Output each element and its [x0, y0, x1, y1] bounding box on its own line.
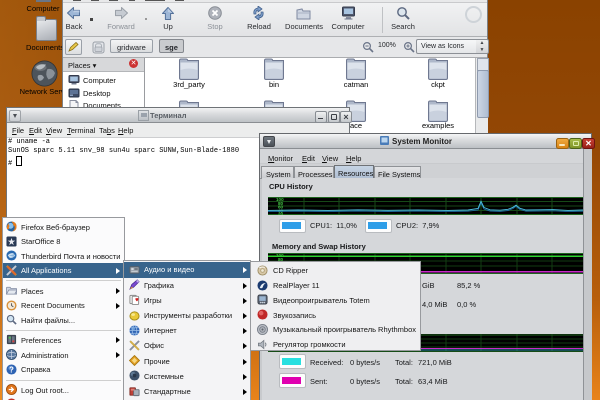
svg-text:20: 20 [278, 211, 284, 215]
svg-text:?: ? [9, 365, 14, 374]
